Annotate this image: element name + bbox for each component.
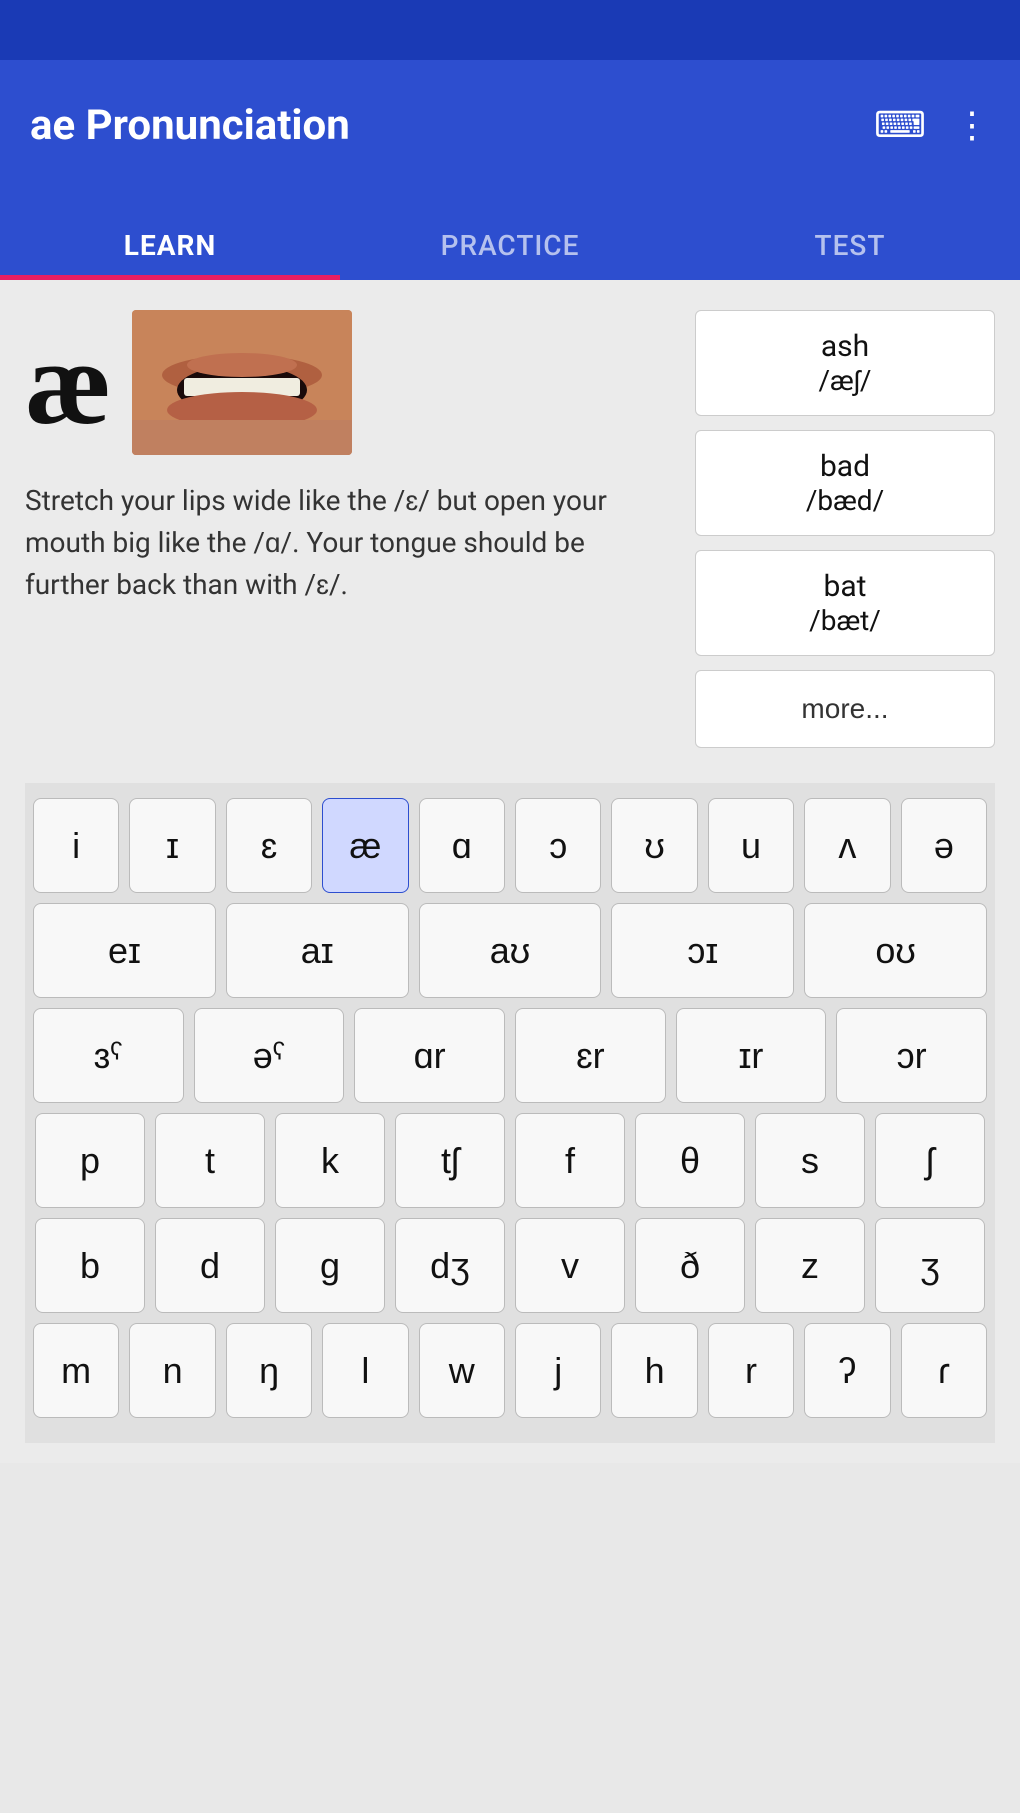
more-options-button[interactable]: ⋮	[954, 107, 990, 143]
key-oi[interactable]: ɔɪ	[611, 903, 794, 998]
key-open-o[interactable]: ɔ	[515, 798, 601, 893]
app-title: ae Pronunciation	[30, 101, 350, 150]
keyboard-row-2: eɪ aɪ aʊ ɔɪ oʊ	[33, 903, 987, 998]
key-or[interactable]: ɔr	[836, 1008, 987, 1103]
keyboard-icon: ⌨	[874, 104, 926, 145]
key-eng[interactable]: ŋ	[226, 1323, 312, 1418]
key-i[interactable]: i	[33, 798, 119, 893]
keyboard-row-3: ɜˤ əˤ ɑr ɛr ɪr ɔr	[33, 1008, 987, 1103]
tab-test[interactable]: TEST	[680, 190, 1020, 280]
key-w[interactable]: w	[419, 1323, 505, 1418]
learn-content: æ	[0, 280, 1020, 1463]
key-u[interactable]: u	[708, 798, 794, 893]
word-label-2: bat	[824, 569, 867, 604]
key-er-unstressed[interactable]: əˤ	[194, 1008, 345, 1103]
key-v[interactable]: v	[515, 1218, 625, 1313]
key-glottal-stop[interactable]: ʔ	[804, 1323, 890, 1418]
key-epsilon[interactable]: ɛ	[226, 798, 312, 893]
more-vert-icon: ⋮	[954, 104, 990, 145]
key-tsh[interactable]: tʃ	[395, 1113, 505, 1208]
keyboard-icon-button[interactable]: ⌨	[874, 107, 926, 143]
key-r[interactable]: r	[708, 1323, 794, 1418]
key-yogh[interactable]: ʒ	[875, 1218, 985, 1313]
word-ipa-0: /æʃ/	[819, 364, 872, 397]
key-ir[interactable]: ɪr	[676, 1008, 827, 1103]
key-p[interactable]: p	[35, 1113, 145, 1208]
key-er-stressed[interactable]: ɜˤ	[33, 1008, 184, 1103]
keyboard-row-1: i ɪ ɛ æ ɑ ɔ ʊ u ʌ ə	[33, 798, 987, 893]
key-ei[interactable]: eɪ	[33, 903, 216, 998]
key-upsilon[interactable]: ʊ	[611, 798, 697, 893]
key-ai[interactable]: aɪ	[226, 903, 409, 998]
key-d[interactable]: d	[155, 1218, 265, 1313]
key-eth[interactable]: ð	[635, 1218, 745, 1313]
key-alpha[interactable]: ɑ	[419, 798, 505, 893]
key-ae[interactable]: æ	[322, 798, 408, 893]
key-l[interactable]: l	[322, 1323, 408, 1418]
word-card-1[interactable]: bad /bæd/	[695, 430, 995, 536]
key-h[interactable]: h	[611, 1323, 697, 1418]
word-ipa-1: /bæd/	[806, 484, 884, 517]
key-ar[interactable]: ɑr	[354, 1008, 505, 1103]
key-t[interactable]: t	[155, 1113, 265, 1208]
word-card-2[interactable]: bat /bæt/	[695, 550, 995, 656]
word-label-0: ash	[821, 329, 869, 364]
word-card-0[interactable]: ash /æʃ/	[695, 310, 995, 416]
tabs-bar: LEARN PRACTICE TEST	[0, 190, 1020, 280]
phoneme-description: Stretch your lips wide like the /ɛ/ but …	[25, 480, 675, 606]
word-cards-panel: ash /æʃ/ bad /bæd/ bat /bæt/ more...	[695, 310, 995, 748]
key-g[interactable]: g	[275, 1218, 385, 1313]
mouth-image	[132, 310, 352, 455]
tab-practice[interactable]: PRACTICE	[340, 190, 680, 280]
key-j[interactable]: j	[515, 1323, 601, 1418]
key-small-capital-i[interactable]: ɪ	[129, 798, 215, 893]
key-s[interactable]: s	[755, 1113, 865, 1208]
app-bar-icons: ⌨ ⋮	[874, 107, 990, 143]
key-n[interactable]: n	[129, 1323, 215, 1418]
keyboard-row-5: b d g dʒ v ð z ʒ	[33, 1218, 987, 1313]
status-bar	[0, 0, 1020, 60]
phoneme-row: æ	[25, 310, 675, 455]
word-ipa-2: /bæt/	[809, 604, 881, 637]
top-section: æ	[25, 310, 995, 748]
key-au[interactable]: aʊ	[419, 903, 602, 998]
ipa-keyboard: i ɪ ɛ æ ɑ ɔ ʊ u ʌ ə eɪ aɪ aʊ ɔɪ oʊ ɜˤ əˤ…	[25, 783, 995, 1443]
tab-learn[interactable]: LEARN	[0, 190, 340, 280]
key-air[interactable]: ɛr	[515, 1008, 666, 1103]
word-label-1: bad	[820, 449, 870, 484]
key-theta[interactable]: θ	[635, 1113, 745, 1208]
left-panel: æ	[25, 310, 675, 748]
phoneme-symbol: æ	[25, 323, 112, 443]
key-f[interactable]: f	[515, 1113, 625, 1208]
key-k[interactable]: k	[275, 1113, 385, 1208]
keyboard-row-4: p t k tʃ f θ s ʃ	[33, 1113, 987, 1208]
key-ou[interactable]: oʊ	[804, 903, 987, 998]
key-turned-v[interactable]: ʌ	[804, 798, 890, 893]
key-dzh[interactable]: dʒ	[395, 1218, 505, 1313]
key-schwa[interactable]: ə	[901, 798, 987, 893]
key-z[interactable]: z	[755, 1218, 865, 1313]
key-flap[interactable]: ɾ	[901, 1323, 987, 1418]
key-b[interactable]: b	[35, 1218, 145, 1313]
key-m[interactable]: m	[33, 1323, 119, 1418]
app-bar: ae Pronunciation ⌨ ⋮	[0, 60, 1020, 190]
more-words-button[interactable]: more...	[695, 670, 995, 748]
tab-indicator	[0, 275, 340, 280]
key-esh[interactable]: ʃ	[875, 1113, 985, 1208]
keyboard-row-6: m n ŋ l w j h r ʔ ɾ	[33, 1323, 987, 1418]
